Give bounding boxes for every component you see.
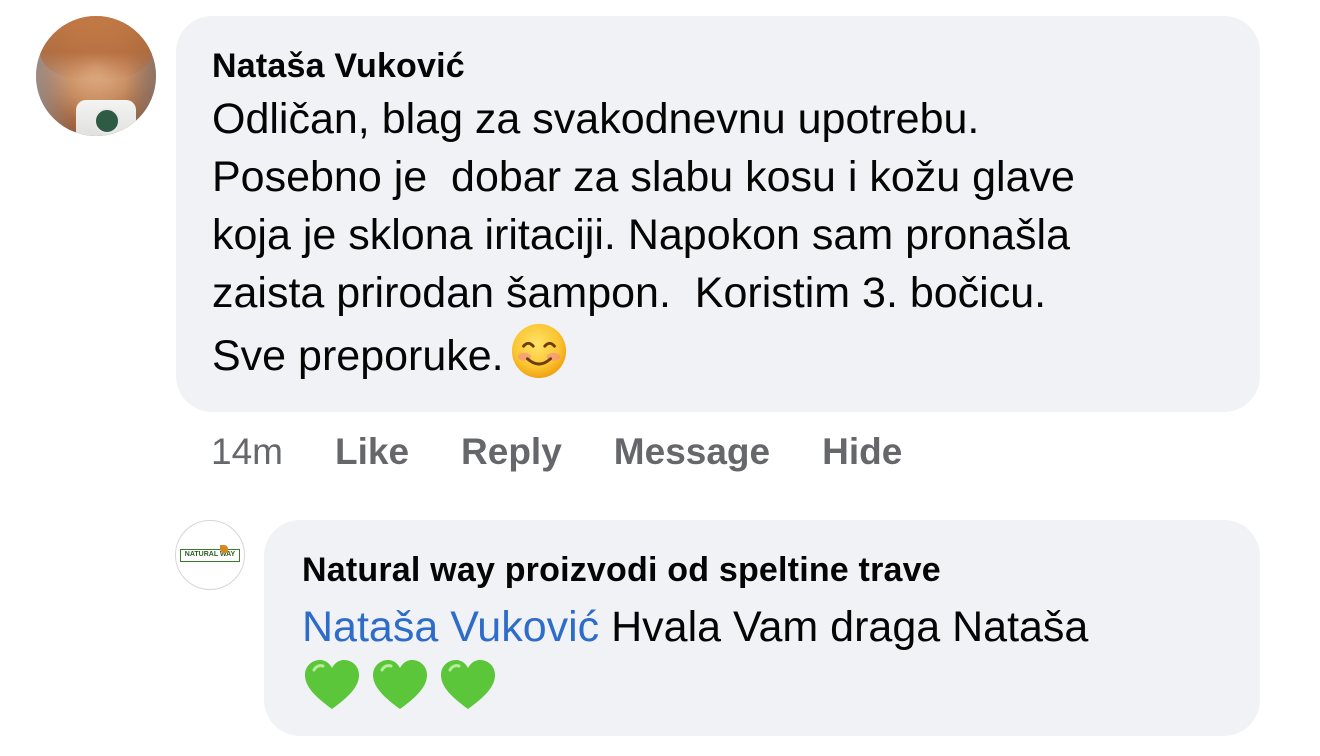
comment-line: zaista prirodan šampon. Koristim 3. boči…: [212, 269, 1047, 317]
reply-bubble: Natural way proizvodi od speltine trave …: [264, 520, 1260, 736]
green-heart-icon: [305, 660, 359, 709]
comment-actions: 14m Like Reply Message Hide: [211, 428, 954, 476]
hide-button[interactable]: Hide: [822, 431, 902, 473]
reply-text: Nataša Vuković Hvala Vam draga Nataša: [302, 598, 1224, 656]
reply-author[interactable]: Natural way proizvodi od speltine trave: [302, 548, 1224, 592]
green-heart-icon: [373, 660, 427, 709]
comment-thread: Nataša Vuković Odličan, blag za svakodne…: [0, 0, 1320, 756]
smiling-face-icon: [511, 323, 566, 379]
message-button[interactable]: Message: [614, 431, 770, 473]
reply-message: Hvala Vam draga Nataša: [599, 603, 1089, 651]
like-button[interactable]: Like: [335, 431, 409, 473]
green-heart-icon: [441, 660, 495, 709]
page-avatar[interactable]: NATURAL WAY: [175, 520, 245, 590]
reply-emojis: [302, 656, 1224, 716]
leaf-icon: [220, 545, 228, 553]
reply-button[interactable]: Reply: [461, 431, 562, 473]
comment-line: Odličan, blag za svakodnevnu upotrebu.: [212, 95, 980, 143]
comment-text: Odličan, blag za svakodnevnu upotrebu. Po…: [212, 90, 1224, 385]
page-logo: NATURAL WAY: [180, 549, 240, 562]
comment-timestamp[interactable]: 14m: [211, 431, 283, 473]
comment-line: koja je sklona iritaciji. Napokon sam pr…: [212, 211, 1071, 259]
comment-bubble: Nataša Vuković Odličan, blag za svakodne…: [176, 16, 1260, 412]
comment-author[interactable]: Nataša Vuković: [212, 44, 1224, 88]
comment-line: Posebno je dobar za slabu kosu i kožu gl…: [212, 153, 1075, 201]
commenter-avatar[interactable]: [36, 16, 156, 136]
comment-line: Sve preporuke.: [212, 332, 504, 380]
mention-link[interactable]: Nataša Vuković: [302, 603, 599, 651]
